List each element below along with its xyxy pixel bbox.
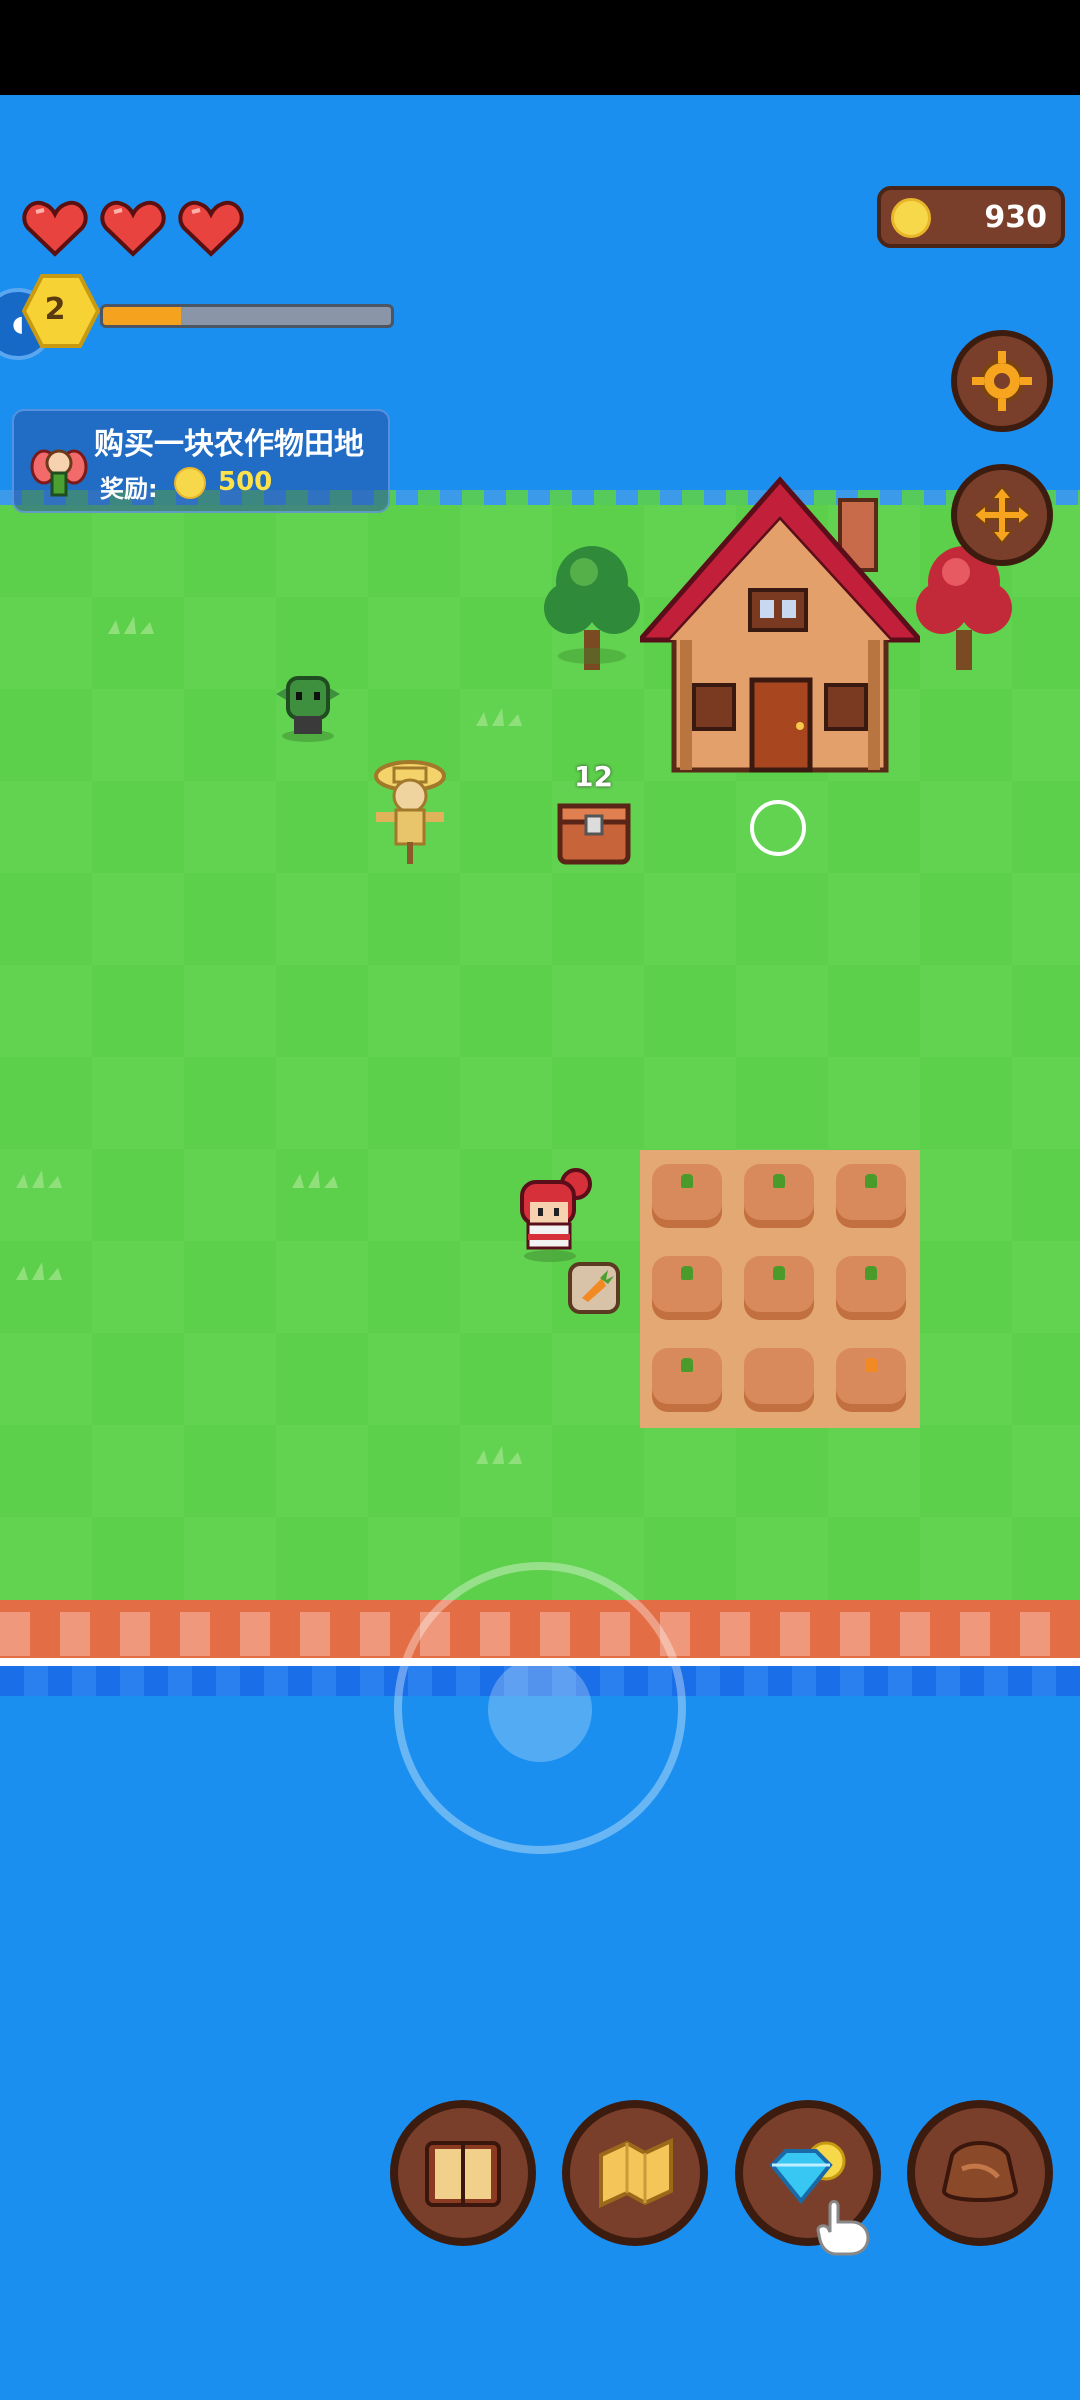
level-bar: ◖ 2	[0, 270, 400, 360]
level-number: 2	[44, 292, 66, 327]
goblin-npc[interactable]	[268, 664, 348, 744]
sprout-icon	[773, 1174, 785, 1188]
crop-plot[interactable]	[652, 1164, 722, 1228]
book-icon	[425, 2141, 501, 2207]
map-icon	[599, 2137, 673, 2209]
crop-plot[interactable]	[836, 1164, 906, 1228]
crop-plot[interactable]	[836, 1348, 906, 1412]
heart-icon	[22, 200, 88, 257]
target-marker	[750, 800, 806, 856]
sprout-icon	[681, 1358, 693, 1372]
player-character	[520, 1168, 592, 1262]
quest-reward-amount: 500	[218, 467, 273, 497]
coin-icon	[891, 198, 931, 238]
green-tree	[544, 546, 640, 670]
settings-icon	[972, 351, 1032, 411]
coin-counter[interactable]: 930	[877, 186, 1065, 248]
sprout-icon	[865, 1174, 877, 1188]
map-button[interactable]	[562, 2100, 708, 2246]
crop-plot[interactable]	[836, 1256, 906, 1320]
sprout-icon	[865, 1266, 877, 1280]
crop-plot[interactable]	[744, 1256, 814, 1320]
treasure-chest[interactable]	[556, 792, 632, 866]
move-mode-button[interactable]	[951, 464, 1053, 566]
health-hearts	[22, 196, 244, 258]
crop-plot[interactable]	[744, 1164, 814, 1228]
grass-tuft	[16, 1262, 62, 1280]
crop-plot[interactable]	[744, 1348, 814, 1412]
xp-progress-fill	[103, 307, 181, 325]
scarecrow[interactable]	[368, 756, 452, 866]
sprout-icon	[681, 1174, 693, 1188]
heart-icon	[100, 200, 166, 257]
status-bar	[0, 0, 1080, 95]
carrot-item-icon[interactable]	[568, 1262, 620, 1314]
chest-count: 12	[574, 760, 613, 793]
crop-field[interactable]	[640, 1150, 920, 1428]
pointer-hand-icon	[816, 2200, 870, 2256]
grass-tuft	[108, 616, 154, 634]
bag-button[interactable]	[907, 2100, 1053, 2246]
settings-button[interactable]	[951, 330, 1053, 432]
joystick-knob[interactable]	[488, 1658, 592, 1762]
fairy-icon	[30, 449, 88, 497]
move-icon	[972, 485, 1032, 545]
bag-icon	[941, 2141, 1019, 2202]
sprout-icon	[773, 1266, 785, 1280]
quest-reward-label: 奖励:	[100, 475, 158, 503]
xp-progress-bar	[100, 304, 394, 328]
grass-tuft	[476, 1446, 522, 1464]
crop-plot[interactable]	[652, 1348, 722, 1412]
grass-tuft	[16, 1170, 62, 1188]
heart-icon	[178, 200, 244, 257]
farm-house[interactable]	[640, 470, 920, 780]
sprout-icon	[681, 1266, 693, 1280]
crop-plot[interactable]	[652, 1256, 722, 1320]
coin-value: 930	[984, 200, 1047, 235]
book-button[interactable]	[390, 2100, 536, 2246]
grass-tuft	[476, 708, 522, 726]
quest-panel[interactable]: 购买一块农作物田地 奖励: 500	[12, 409, 390, 513]
ripe-carrot-icon	[865, 1358, 877, 1372]
grass-tuft	[292, 1170, 338, 1188]
quest-title: 购买一块农作物田地	[94, 427, 364, 462]
coin-icon	[174, 467, 206, 499]
